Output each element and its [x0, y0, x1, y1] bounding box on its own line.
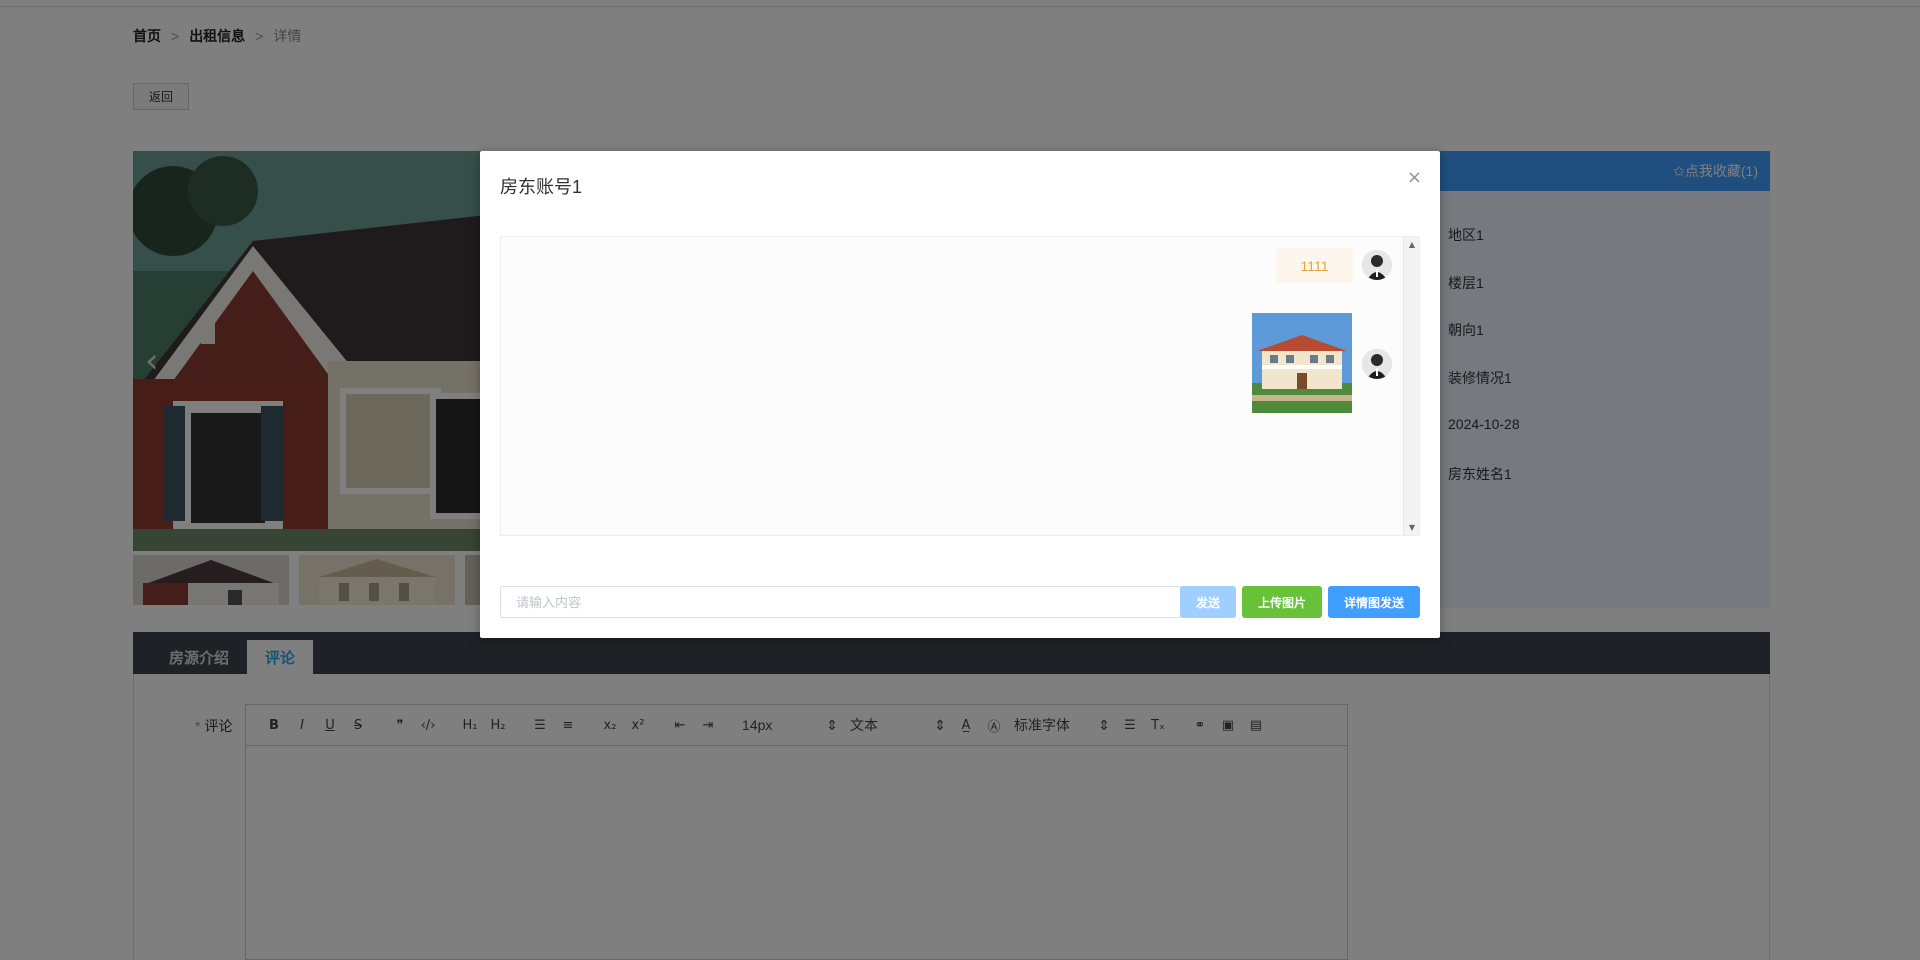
send-detail-image-button[interactable]: 详情图发送 [1328, 586, 1420, 618]
chat-message-text: 1111 [1276, 248, 1353, 283]
chat-messages: 1111 ▲ ▼ [500, 236, 1420, 536]
chat-input-field[interactable] [500, 586, 1181, 618]
upload-image-button[interactable]: 上传图片 [1242, 586, 1322, 618]
chat-dialog: 房东账号1 × 1111 ▲ ▼ 请输入内容 发送 上传图片 详情图发送 [480, 151, 1440, 638]
dialog-title: 房东账号1 [500, 177, 583, 197]
scroll-up-icon[interactable]: ▲ [1404, 240, 1420, 249]
scroll-down-icon[interactable]: ▼ [1404, 523, 1420, 532]
close-icon[interactable]: × [1407, 167, 1422, 188]
avatar [1362, 250, 1392, 280]
chat-scrollbar[interactable]: ▲ ▼ [1403, 237, 1419, 535]
chat-message-image[interactable] [1252, 313, 1352, 413]
message-input[interactable] [516, 594, 1156, 610]
avatar [1362, 349, 1392, 379]
send-button[interactable]: 发送 [1180, 586, 1236, 618]
